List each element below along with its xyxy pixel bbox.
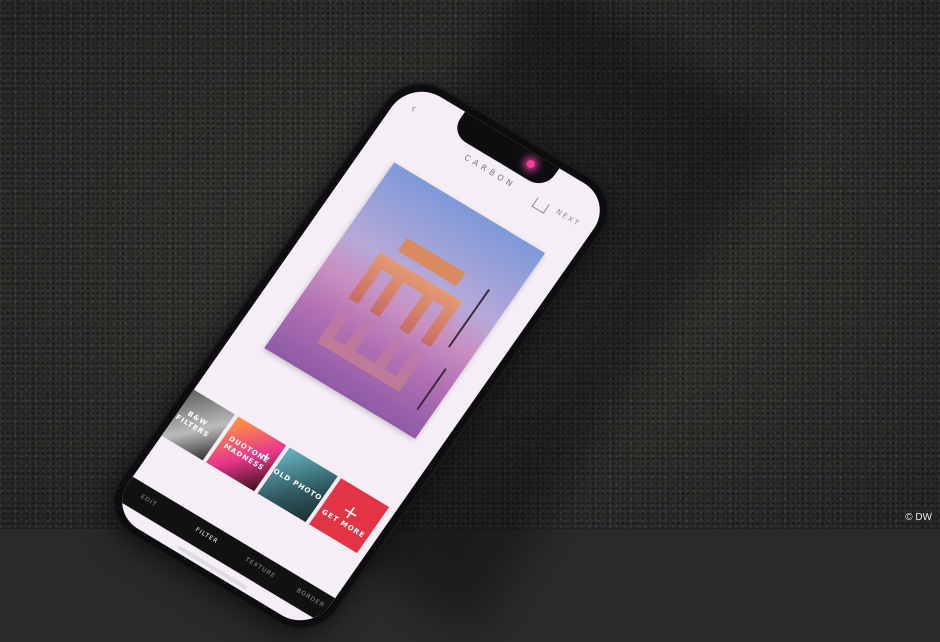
camera-light <box>525 158 537 170</box>
tab-filter[interactable]: FILTER <box>194 526 220 545</box>
tab-edit[interactable]: EDIT <box>139 493 158 508</box>
tab-texture[interactable]: TEXTURE <box>244 556 278 580</box>
photo-credit: © DW <box>905 512 932 523</box>
filter-pack-label: OLD PHOTO <box>271 466 324 502</box>
tab-border[interactable]: BORDER <box>295 587 326 609</box>
street-lamp-reflection <box>416 368 447 411</box>
filter-pack-label: B&W FILTERS <box>174 409 211 440</box>
chevron-left-icon[interactable]: ‹ <box>406 101 420 117</box>
